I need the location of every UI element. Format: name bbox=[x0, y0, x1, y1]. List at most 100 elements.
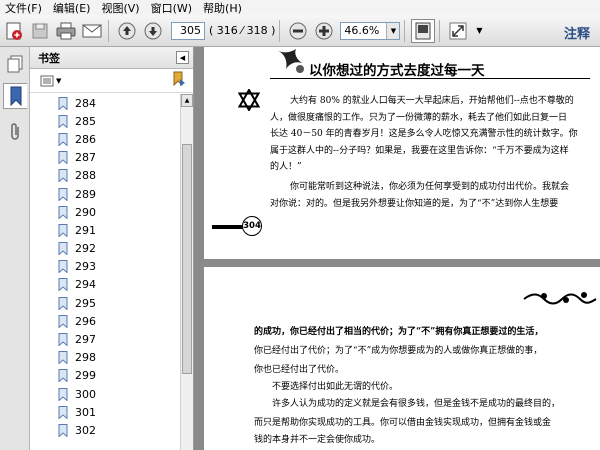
bookmarks-panel-title: 书签 bbox=[38, 51, 60, 65]
chevron-down-icon: ▼ bbox=[386, 22, 400, 39]
bookmark-icon bbox=[58, 151, 68, 165]
minus-icon bbox=[289, 22, 307, 39]
bookmark-item[interactable]: 297 bbox=[30, 330, 180, 348]
bookmark-item[interactable]: 288 bbox=[30, 167, 180, 185]
bookmark-icon bbox=[58, 169, 68, 183]
text-line: 你已经付出了代价；为了“不”成为你想要成为的人或做你真正想做的事， bbox=[254, 346, 543, 356]
plus-icon bbox=[315, 22, 333, 39]
next-page-button[interactable] bbox=[141, 19, 165, 43]
navigation-pane-tabs bbox=[0, 47, 30, 450]
zoom-in-button[interactable] bbox=[312, 19, 336, 43]
menu-file[interactable]: 文件(F) bbox=[0, 0, 48, 16]
bookmark-item[interactable]: 290 bbox=[30, 203, 180, 221]
menu-edit[interactable]: 编辑(E) bbox=[48, 0, 97, 16]
print-button[interactable] bbox=[54, 19, 78, 43]
bookmark-label: 286 bbox=[75, 132, 96, 146]
expand-bookmark-button[interactable] bbox=[171, 71, 187, 90]
bookmark-item[interactable]: 292 bbox=[30, 240, 180, 258]
bookmark-label: 288 bbox=[75, 169, 96, 183]
save-button[interactable] bbox=[28, 19, 52, 43]
bookmark-icon bbox=[58, 387, 68, 401]
bookmark-label: 285 bbox=[75, 114, 96, 128]
bookmark-item[interactable]: 295 bbox=[30, 294, 180, 312]
bookmark-icon bbox=[58, 351, 68, 365]
bookmark-item[interactable]: 286 bbox=[30, 130, 180, 148]
toolbar: 305 ( 316 ⁄ 318 ) 46.6% ▼ ▼ 注释 bbox=[0, 15, 600, 47]
single-page-icon bbox=[415, 22, 431, 39]
expand-icon bbox=[449, 22, 467, 39]
floral-ornament-icon bbox=[523, 292, 597, 305]
bookmark-scrollbar[interactable]: ▲ bbox=[180, 94, 193, 450]
bookmark-icon bbox=[58, 369, 68, 383]
bookmark-label: 297 bbox=[75, 333, 96, 347]
previous-page-button[interactable] bbox=[115, 19, 139, 43]
menu-bar: 文件(F) 编辑(E) 视图(V) 窗口(W) 帮助(H) bbox=[0, 0, 600, 15]
menu-view[interactable]: 视图(V) bbox=[96, 0, 145, 16]
bookmark-label: 299 bbox=[75, 369, 96, 383]
title-underline bbox=[270, 78, 590, 79]
scroll-up-icon[interactable]: ▲ bbox=[181, 94, 193, 107]
arrow-down-icon bbox=[144, 22, 162, 39]
bookmark-item[interactable]: 287 bbox=[30, 149, 180, 167]
expand-bookmark-icon bbox=[173, 71, 185, 87]
bookmark-item[interactable]: 296 bbox=[30, 312, 180, 330]
bookmark-item[interactable]: 285 bbox=[30, 112, 180, 130]
bookmark-item[interactable]: 293 bbox=[30, 258, 180, 276]
bookmark-icon bbox=[58, 223, 68, 237]
scrollbar-thumb[interactable] bbox=[182, 144, 192, 374]
bookmark-item[interactable]: 289 bbox=[30, 185, 180, 203]
options-icon bbox=[40, 75, 54, 86]
chevron-down-icon: ▼ bbox=[56, 76, 62, 85]
attachments-tab[interactable] bbox=[3, 119, 27, 145]
bookmark-label: 301 bbox=[75, 405, 96, 419]
text-line: 钱的本身并不一定会使你成功。 bbox=[254, 435, 381, 445]
page-number-input[interactable]: 305 bbox=[171, 21, 205, 40]
collapse-panel-button[interactable]: ◀ bbox=[176, 51, 189, 64]
document-page: 以你想过的方式去度过每一天 大约有 80% 的就业人口每天一大早起床后，开始帮他… bbox=[204, 47, 600, 259]
pages-tab[interactable] bbox=[3, 51, 27, 77]
text-line: 你也已经付出了代价。 bbox=[254, 365, 345, 375]
toolbar-more-icon[interactable]: ▼ bbox=[476, 26, 482, 35]
full-screen-button[interactable] bbox=[446, 19, 470, 43]
page-count: ( 316 ⁄ 318 ) bbox=[209, 24, 276, 37]
bookmark-item[interactable]: 284 bbox=[30, 94, 180, 112]
zoom-value: 46.6% bbox=[344, 24, 380, 37]
zoom-out-button[interactable] bbox=[286, 19, 310, 43]
text-line: 许多人认为成功的定义就是会有很多钱，但是金钱不是成功的最终目的， bbox=[272, 399, 561, 409]
bookmark-label: 294 bbox=[75, 278, 96, 292]
bookmark-item[interactable]: 302 bbox=[30, 421, 180, 439]
envelope-icon bbox=[82, 24, 102, 37]
options-menu-button[interactable]: ▼ bbox=[40, 75, 61, 87]
text-line: 长达 40－50 年的青春岁月！这是多么令人吃惊又充满警示性的统计数字。你 bbox=[270, 129, 578, 139]
bookmark-item[interactable]: 298 bbox=[30, 349, 180, 367]
bookmark-item[interactable]: 300 bbox=[30, 385, 180, 403]
save-icon bbox=[32, 23, 48, 38]
bookmark-item[interactable]: 291 bbox=[30, 221, 180, 239]
bookmark-item[interactable]: 299 bbox=[30, 367, 180, 385]
bookmarks-toolbar: ▼ bbox=[30, 69, 193, 93]
bookmark-item[interactable]: 301 bbox=[30, 403, 180, 421]
document-view[interactable]: 以你想过的方式去度过每一天 大约有 80% 的就业人口每天一大早起床后，开始帮他… bbox=[194, 47, 600, 450]
bookmark-label: 289 bbox=[75, 187, 96, 201]
zoom-select[interactable]: 46.6% ▼ bbox=[340, 21, 401, 40]
pages-icon bbox=[7, 55, 23, 73]
text-line: 你可能常听到这种说法，你必须为任何享受到的成功付出代价。我就会 bbox=[290, 182, 570, 192]
printer-icon bbox=[56, 22, 76, 39]
menu-window[interactable]: 窗口(W) bbox=[146, 0, 198, 16]
create-pdf-button[interactable] bbox=[2, 19, 26, 43]
bookmark-icon bbox=[58, 296, 68, 310]
bookmark-item[interactable]: 294 bbox=[30, 276, 180, 294]
bookmark-icon bbox=[58, 260, 68, 274]
chapter-title: 以你想过的方式去度过每一天 bbox=[309, 63, 485, 79]
email-button[interactable] bbox=[80, 19, 104, 43]
bookmark-icon bbox=[58, 187, 68, 201]
annotate-button[interactable]: 注释 bbox=[564, 23, 590, 42]
bookmarks-panel: 书签 ◀ ▼ 284 285 286 287 288 289 290 291 292 293 294… bbox=[30, 47, 194, 450]
bookmark-label: 291 bbox=[75, 223, 96, 237]
text-line: 大约有 80% 的就业人口每天一大早起床后，开始帮他们--点也不尊敬的 bbox=[290, 96, 574, 106]
single-page-view-button[interactable] bbox=[411, 18, 436, 43]
menu-help[interactable]: 帮助(H) bbox=[198, 0, 248, 16]
bookmark-list: 284 285 286 287 288 289 290 291 292 293 294 295 296 2… bbox=[30, 94, 180, 450]
arrow-up-icon bbox=[118, 22, 136, 39]
bookmarks-tab[interactable] bbox=[3, 83, 27, 109]
